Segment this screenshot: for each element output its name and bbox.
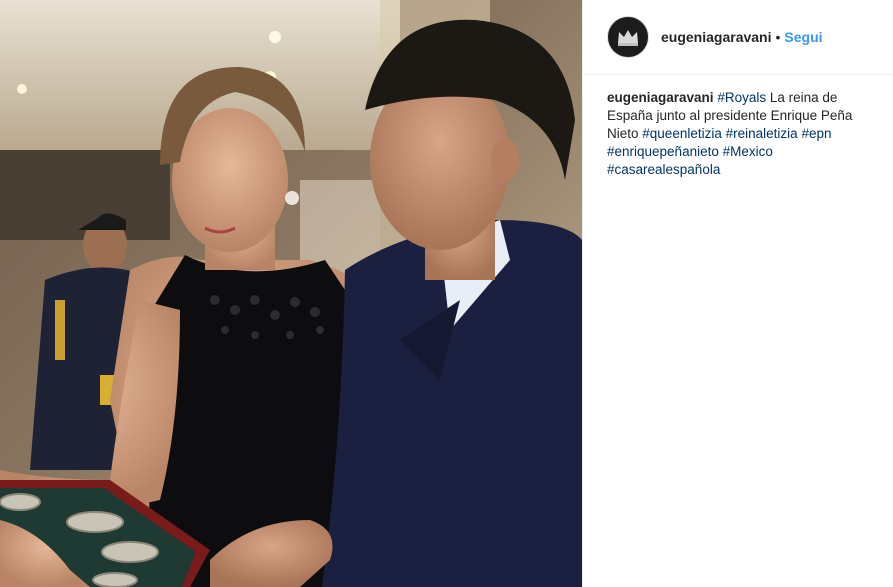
instagram-post: eugeniagaravani • Segui eugeniagaravani …	[0, 0, 893, 587]
crown-avatar-icon	[618, 30, 638, 46]
hashtag-link[interactable]: #Royals	[717, 90, 766, 105]
header-separator: •	[775, 29, 781, 45]
post-sidebar: eugeniagaravani • Segui eugeniagaravani …	[582, 0, 893, 587]
hashtag-link[interactable]: #enriquepeñanieto	[607, 144, 719, 159]
hashtag-link[interactable]: #queenletizia	[642, 126, 722, 141]
header-username[interactable]: eugeniagaravani	[661, 29, 772, 45]
hashtag-link[interactable]: #Mexico	[723, 144, 773, 159]
post-header: eugeniagaravani • Segui	[583, 0, 893, 75]
hashtag-link[interactable]: #casarealespañola	[607, 162, 720, 177]
hashtag-link[interactable]: #epn	[801, 126, 831, 141]
post-caption: eugeniagaravani #Royals La reina de Espa…	[583, 75, 893, 179]
photo-illustration	[0, 0, 582, 587]
follow-button[interactable]: Segui	[784, 29, 822, 45]
post-photo[interactable]	[0, 0, 582, 587]
profile-avatar[interactable]	[607, 16, 649, 58]
hashtag-link[interactable]: #reinaletizia	[726, 126, 798, 141]
caption-username[interactable]: eugeniagaravani	[607, 90, 714, 105]
